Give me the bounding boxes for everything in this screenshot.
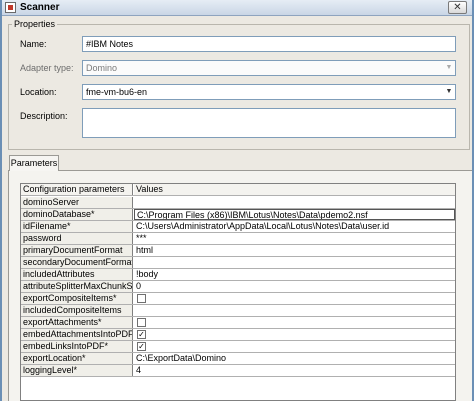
name-field[interactable]: #IBM Notes (82, 36, 456, 52)
parameter-value[interactable]: !body (134, 269, 455, 280)
parameter-name: loggingLevel* (21, 365, 133, 376)
location-value: fme-vm-bu6-en (86, 87, 148, 97)
parameter-name: exportAttachments* (21, 317, 133, 328)
checkbox[interactable] (137, 318, 146, 327)
checkbox[interactable] (137, 294, 146, 303)
description-textarea[interactable] (82, 108, 456, 138)
adapter-type-label: Adapter type: (20, 63, 74, 73)
scanner-window: Scanner ✕ Properties Name: #IBM Notes Ad… (0, 0, 474, 401)
parameter-value[interactable] (134, 293, 455, 304)
parameter-name: includedAttributes (21, 269, 133, 280)
parameter-value[interactable]: ✓ (134, 329, 455, 340)
table-row[interactable]: dominoDatabase* C:\Program Files (x86)\IB… (21, 209, 455, 221)
parameter-value[interactable]: C:\ExportData\Domino (134, 353, 455, 364)
chevron-down-icon: ▼ (445, 64, 453, 71)
table-row[interactable]: exportCompositeItems* (21, 293, 455, 305)
parameter-value[interactable]: C:\Program Files (x86)\IBM\Lotus\Notes\D… (134, 209, 455, 220)
table-row[interactable]: password *** (21, 233, 455, 245)
parameter-value[interactable] (134, 305, 455, 316)
parameter-name: password (21, 233, 133, 244)
parameter-name: exportLocation* (21, 353, 133, 364)
parameter-name: exportCompositeItems* (21, 293, 133, 304)
name-value: #IBM Notes (86, 39, 134, 49)
table-row[interactable]: loggingLevel* 4 (21, 365, 455, 377)
checkbox[interactable]: ✓ (137, 342, 146, 351)
parameter-value[interactable]: 4 (134, 365, 455, 376)
parameter-name: primaryDocumentFormat (21, 245, 133, 256)
parameter-name: includedCompositeItems (21, 305, 133, 316)
parameter-value[interactable]: C:\Users\Administrator\AppData\Local\Lot… (134, 221, 455, 232)
table-row[interactable]: exportAttachments* (21, 317, 455, 329)
table-row[interactable]: includedAttributes !body (21, 269, 455, 281)
app-icon (5, 2, 16, 13)
chevron-down-icon[interactable]: ▼ (444, 87, 454, 97)
parameter-value[interactable]: *** (134, 233, 455, 244)
table-row[interactable]: attributeSplitterMaxChunkSizeBy0 (21, 281, 455, 293)
title-bar[interactable]: Scanner ✕ (2, 0, 472, 16)
parameter-value[interactable] (134, 197, 455, 208)
tab-parameters[interactable]: Parameters (9, 155, 59, 171)
table-row[interactable]: embedAttachmentsIntoPDF* ✓ (21, 329, 455, 341)
location-select[interactable]: fme-vm-bu6-en ▼ (82, 84, 456, 100)
name-label: Name: (20, 39, 47, 49)
table-row[interactable]: dominoServer (21, 197, 455, 209)
grid-header: Configuration parameters Values (21, 184, 455, 196)
parameter-value[interactable]: ✓ (134, 341, 455, 352)
parameter-name: idFilename* (21, 221, 133, 232)
parameter-value[interactable] (134, 317, 455, 328)
location-label: Location: (20, 87, 57, 97)
properties-group-label: Properties (12, 19, 58, 29)
column-header-name[interactable]: Configuration parameters (21, 184, 133, 195)
column-header-values[interactable]: Values (134, 184, 455, 195)
window-title: Scanner (20, 2, 60, 13)
parameter-name: embedAttachmentsIntoPDF* (21, 329, 133, 340)
table-row[interactable]: primaryDocumentFormat html (21, 245, 455, 257)
table-row[interactable]: embedLinksIntoPDF* ✓ (21, 341, 455, 353)
parameters-grid: Configuration parameters Values dominoSe… (20, 183, 456, 401)
parameter-value[interactable] (134, 257, 455, 268)
table-row[interactable]: exportLocation* C:\ExportData\Domino (21, 353, 455, 365)
adapter-type-value: Domino (86, 63, 118, 73)
parameter-name: secondaryDocumentFormats (21, 257, 133, 268)
parameter-name: dominoServer (21, 197, 133, 208)
parameter-name: attributeSplitterMaxChunkSizeBy (21, 281, 133, 292)
table-row[interactable]: includedCompositeItems (21, 305, 455, 317)
close-button[interactable]: ✕ (448, 1, 467, 14)
checkbox[interactable]: ✓ (137, 330, 146, 339)
parameter-name: embedLinksIntoPDF* (21, 341, 133, 352)
adapter-type-select: Domino ▼ (82, 60, 456, 76)
description-label: Description: (20, 111, 68, 121)
parameter-value[interactable]: 0 (134, 281, 455, 292)
table-row[interactable]: secondaryDocumentFormats (21, 257, 455, 269)
parameter-name: dominoDatabase* (21, 209, 133, 220)
parameter-value[interactable]: html (134, 245, 455, 256)
table-row[interactable]: idFilename* C:\Users\Administrator\AppDat… (21, 221, 455, 233)
